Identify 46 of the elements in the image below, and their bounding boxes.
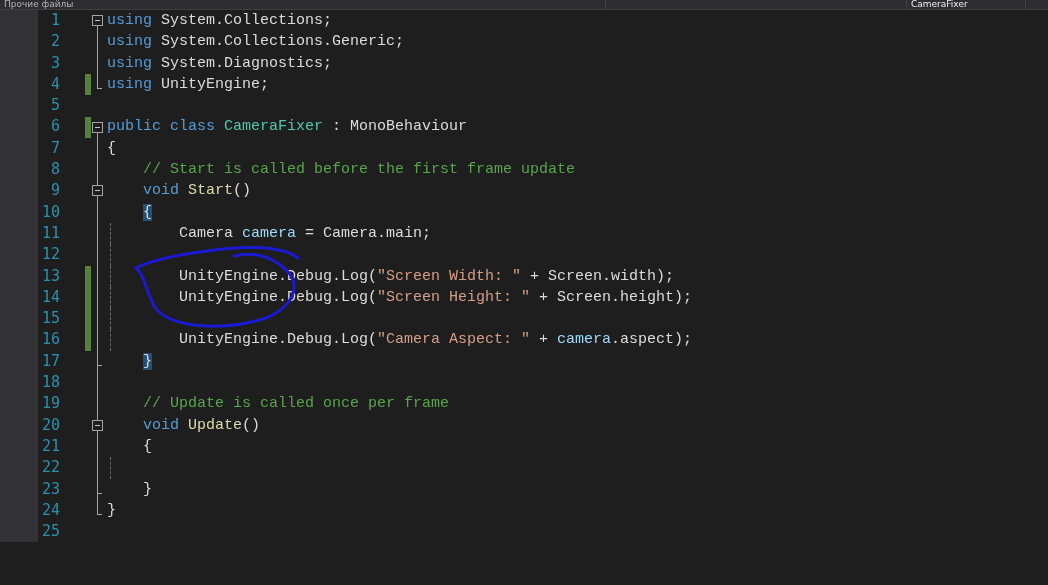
code-line: using System.Collections;	[107, 11, 333, 31]
line-number: 15	[40, 308, 60, 330]
line-number: 14	[40, 286, 60, 308]
code-line: // Start is called before the first frame update	[142, 160, 576, 181]
file-tab[interactable]: CameraFixer	[906, 0, 1026, 9]
line-number: 2	[49, 31, 60, 53]
line-number: 13	[40, 265, 60, 287]
line-number: 18	[40, 372, 60, 394]
line-number: 4	[49, 73, 60, 95]
code-line: void Start()	[142, 181, 252, 202]
line-number: 7	[49, 137, 60, 159]
code-line: {	[142, 436, 152, 457]
file-tab[interactable]: Прочие файлы	[0, 0, 606, 9]
code-line: using System.Diagnostics;	[107, 53, 333, 74]
code-line: using System.Collections.Generic;	[107, 32, 405, 53]
line-number: 5	[49, 95, 60, 117]
line-number: 23	[40, 478, 60, 500]
collapse-button[interactable]	[92, 185, 103, 197]
line-number: 1	[49, 10, 60, 31]
line-number: 16	[40, 329, 60, 351]
line-number: 17	[40, 350, 60, 372]
line-number: 19	[40, 393, 60, 415]
line-number: 20	[40, 414, 60, 436]
code-line: }	[107, 500, 116, 521]
line-number: 12	[40, 244, 60, 266]
collapse-button[interactable]	[92, 15, 103, 26]
code-line: using UnityEngine;	[107, 74, 270, 95]
code-line: // Update is called once per frame	[142, 394, 450, 415]
code-line: public class CameraFixer : MonoBehaviour	[107, 117, 468, 138]
line-number: 8	[49, 159, 60, 181]
line-number: 6	[49, 116, 60, 138]
code-line: {	[107, 138, 116, 159]
line-number: 24	[40, 499, 60, 521]
line-number: 10	[40, 201, 60, 223]
code-line: Camera camera = Camera.main;	[178, 223, 432, 244]
collapse-button[interactable]	[92, 121, 103, 133]
line-number: 21	[40, 435, 60, 457]
code-line: }	[142, 479, 152, 500]
line-number: 3	[49, 52, 60, 74]
line-number: 22	[40, 457, 60, 479]
line-number: 11	[40, 222, 60, 244]
code-line: UnityEngine.Debug.Log("Camera Aspect: " + camera.aspect);	[178, 330, 693, 351]
line-number: 25	[40, 521, 60, 543]
collapse-button[interactable]	[92, 419, 103, 431]
code-line: void Update()	[142, 415, 261, 436]
line-number: 9	[49, 180, 60, 202]
